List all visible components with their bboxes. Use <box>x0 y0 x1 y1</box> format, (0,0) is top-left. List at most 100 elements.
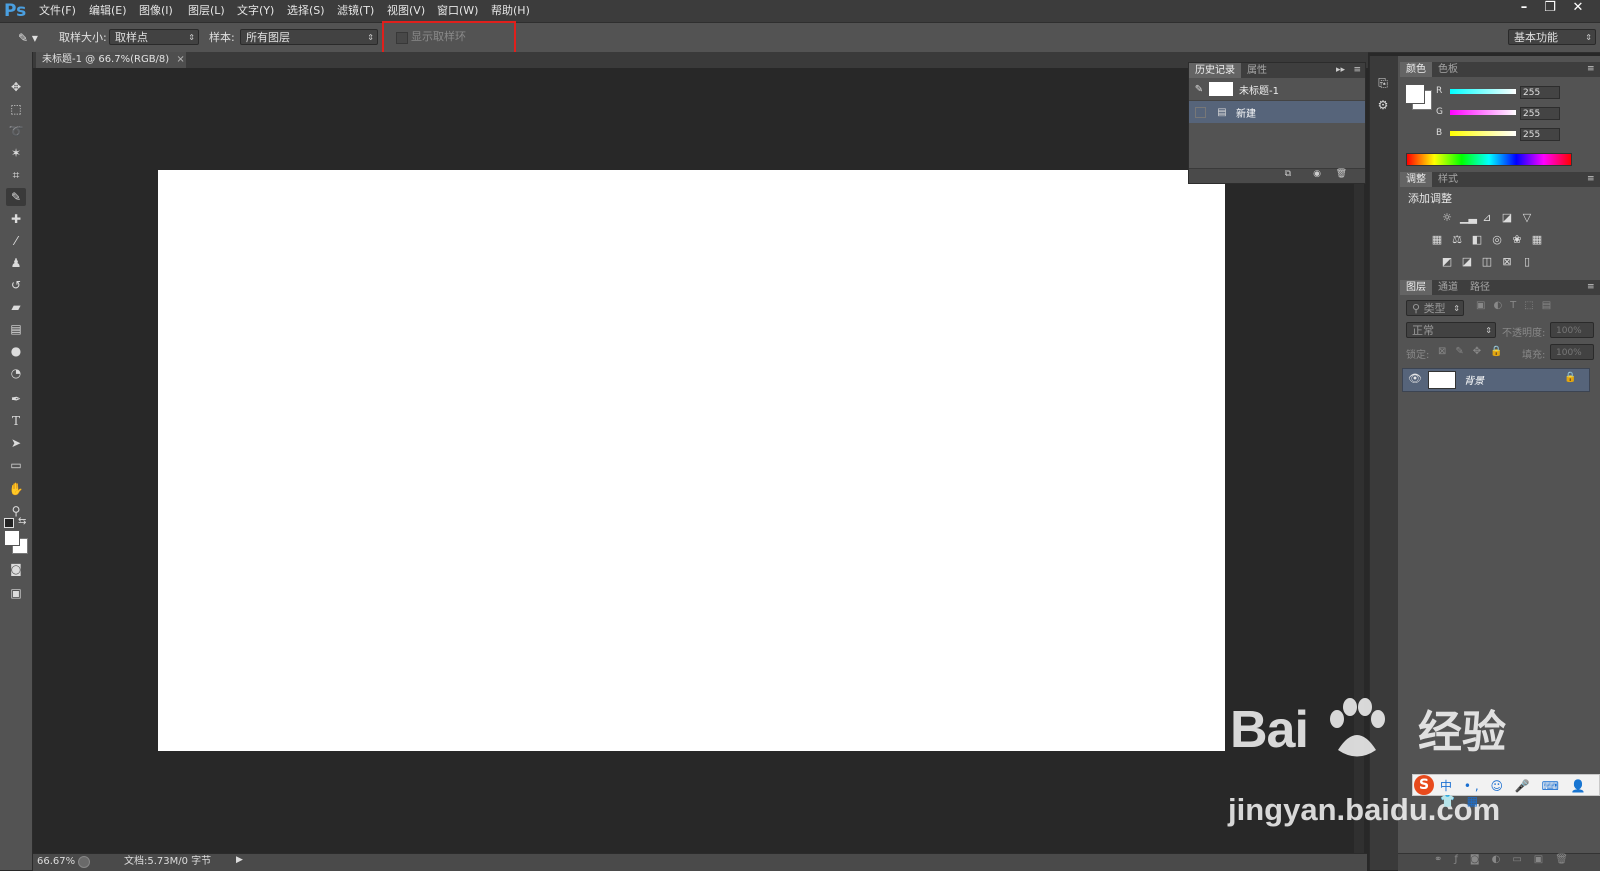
layers-footer-icons[interactable]: ⚭ƒ◙◐▭▣🗑 <box>1434 854 1580 865</box>
history-brush-tool-icon[interactable]: ↺ <box>6 276 26 294</box>
marquee-tool-icon[interactable]: ⬚ <box>6 100 26 118</box>
swap-colors-icon[interactable]: ⇆ <box>18 516 26 527</box>
close-button[interactable]: ✕ <box>1566 0 1590 16</box>
close-icon[interactable]: × <box>176 54 184 65</box>
panel-menu-icon[interactable]: ≡ <box>1353 63 1361 78</box>
hand-tool-icon[interactable]: ✋ <box>6 480 26 498</box>
color-spectrum-bar[interactable] <box>1406 153 1572 166</box>
selective-color-icon[interactable]: ⊠ <box>1500 256 1514 268</box>
blur-tool-icon[interactable]: ● <box>6 342 26 360</box>
lasso-tool-icon[interactable]: ➰ <box>6 122 26 140</box>
tab-adjustments[interactable]: 调整 <box>1400 172 1432 187</box>
panel-menu-icon[interactable]: ≡ <box>1587 172 1595 187</box>
minimize-button[interactable]: – <box>1512 0 1536 16</box>
magic-wand-tool-icon[interactable]: ✶ <box>6 144 26 162</box>
dodge-tool-icon[interactable]: ◔ <box>6 364 26 382</box>
sample-select[interactable]: 所有图层 ⇕ <box>240 29 378 45</box>
sogou-icon[interactable]: S <box>1414 775 1434 795</box>
gradient-tool-icon[interactable]: ▤ <box>6 320 26 338</box>
move-tool-icon[interactable]: ✥ <box>6 78 26 96</box>
pen-tool-icon[interactable]: ✒ <box>6 390 26 408</box>
layer-name[interactable]: 背景 <box>1464 372 1484 387</box>
document-tab[interactable]: 未标题-1 @ 66.7%(RGB/8) × <box>36 52 186 68</box>
clone-stamp-tool-icon[interactable]: ♟ <box>6 254 26 272</box>
menu-select[interactable]: 选择(S) <box>287 0 325 22</box>
default-colors-icon[interactable] <box>4 518 14 528</box>
menu-filter[interactable]: 滤镜(T) <box>337 0 374 22</box>
panel-collapse-icon[interactable]: ▸▸ <box>1336 63 1345 78</box>
black-white-icon[interactable]: ◧ <box>1470 234 1484 246</box>
curves-icon[interactable]: ⊿ <box>1480 212 1494 224</box>
blend-mode-select[interactable]: 正常 ⇕ <box>1406 322 1496 338</box>
menu-layer[interactable]: 图层(L) <box>188 0 225 22</box>
hue-saturation-icon[interactable]: ▦ <box>1430 234 1444 246</box>
photo-filter-icon[interactable]: ◎ <box>1490 234 1504 246</box>
menu-file[interactable]: 文件(F) <box>39 0 76 22</box>
tab-paths[interactable]: 路径 <box>1464 280 1496 295</box>
tab-swatches[interactable]: 色板 <box>1432 62 1464 77</box>
brush-tool-icon[interactable]: ⁄ <box>6 232 26 250</box>
eyedropper-tool-icon[interactable]: ✎ <box>6 188 26 206</box>
lock-icons[interactable]: ⊠✎✥🔒 <box>1438 346 1512 357</box>
menu-help[interactable]: 帮助(H) <box>491 0 530 22</box>
zoom-level[interactable]: 66.67% <box>37 853 75 870</box>
properties-panel-icon[interactable]: ⚙ <box>1374 96 1392 114</box>
tab-properties[interactable]: 属性 <box>1241 63 1273 78</box>
eye-icon[interactable]: 👁 <box>1408 372 1422 385</box>
menu-window[interactable]: 窗口(W) <box>437 0 478 22</box>
opacity-input[interactable]: 100% <box>1550 322 1594 338</box>
channel-g-value[interactable]: 255 <box>1520 107 1560 120</box>
channel-mixer-icon[interactable]: ❀ <box>1510 234 1524 246</box>
color-fg-swatch[interactable] <box>1405 84 1425 104</box>
camera-icon[interactable]: ◉ <box>1313 169 1321 179</box>
workspace-select[interactable]: 基本功能 ⇕ <box>1508 29 1596 45</box>
color-balance-icon[interactable]: ⚖ <box>1450 234 1464 246</box>
menu-edit[interactable]: 编辑(E) <box>89 0 127 22</box>
status-info-icon[interactable] <box>78 856 90 868</box>
ime-toolbar-icons[interactable]: 中 •, ☺ 🎤 ⌨ 👤 👕 ▦ <box>1440 777 1600 808</box>
trash-icon[interactable]: 🗑 <box>1336 169 1347 179</box>
color-lookup-icon[interactable]: ▦ <box>1530 234 1544 246</box>
vibrance-icon[interactable]: ▽ <box>1520 212 1534 224</box>
panel-menu-icon[interactable]: ≡ <box>1587 280 1595 295</box>
restore-button[interactable]: ❐ <box>1538 0 1562 16</box>
type-tool-icon[interactable]: T <box>6 412 26 430</box>
eyedropper-preset-icon[interactable]: ✎ ▾ <box>18 30 40 46</box>
exposure-icon[interactable]: ◪ <box>1500 212 1514 224</box>
rectangle-tool-icon[interactable]: ▭ <box>6 456 26 474</box>
healing-brush-tool-icon[interactable]: ✚ <box>6 210 26 228</box>
history-panel-icon[interactable]: ⎘ <box>1374 74 1392 92</box>
channel-b-value[interactable]: 255 <box>1520 128 1560 141</box>
gradient-map-icon[interactable]: ▯ <box>1520 256 1534 268</box>
posterize-icon[interactable]: ◪ <box>1460 256 1474 268</box>
status-menu-arrow-icon[interactable]: ▶ <box>236 855 243 865</box>
layer-filter-select[interactable]: ⚲ 类型 ⇕ <box>1406 300 1464 316</box>
history-snapshot-row[interactable]: ✎ 未标题-1 <box>1189 78 1365 101</box>
new-document-from-state-icon[interactable]: ⧉ <box>1285 169 1291 179</box>
eraser-tool-icon[interactable]: ▰ <box>6 298 26 316</box>
document-canvas[interactable] <box>158 170 1225 751</box>
panel-menu-icon[interactable]: ≡ <box>1587 62 1595 77</box>
tab-history[interactable]: 历史记录 <box>1189 63 1241 78</box>
invert-icon[interactable]: ◩ <box>1440 256 1454 268</box>
menu-type[interactable]: 文字(Y) <box>237 0 274 22</box>
brightness-icon[interactable]: ☼ <box>1440 212 1454 224</box>
screen-mode-icon[interactable]: ▣ <box>6 584 26 602</box>
menu-view[interactable]: 视图(V) <box>387 0 425 22</box>
crop-tool-icon[interactable]: ⌗ <box>6 166 26 184</box>
history-state-row[interactable]: ▤ 新建 <box>1189 101 1365 123</box>
tab-channels[interactable]: 通道 <box>1432 280 1464 295</box>
levels-icon[interactable]: ▁▃ <box>1460 212 1477 224</box>
quick-mask-icon[interactable]: ◙ <box>6 560 26 578</box>
threshold-icon[interactable]: ◫ <box>1480 256 1494 268</box>
menu-image[interactable]: 图像(I) <box>139 0 173 22</box>
foreground-color-swatch[interactable] <box>4 530 20 546</box>
fill-input[interactable]: 100% <box>1550 344 1594 360</box>
tab-layers[interactable]: 图层 <box>1400 280 1432 295</box>
history-state-checkbox[interactable] <box>1195 106 1206 118</box>
channel-b-slider[interactable] <box>1450 131 1516 136</box>
history-brush-source-icon[interactable]: ✎ <box>1189 84 1209 95</box>
tab-color[interactable]: 颜色 <box>1400 62 1432 77</box>
sample-size-select[interactable]: 取样点 ⇕ <box>109 29 199 45</box>
channel-r-value[interactable]: 255 <box>1520 86 1560 99</box>
